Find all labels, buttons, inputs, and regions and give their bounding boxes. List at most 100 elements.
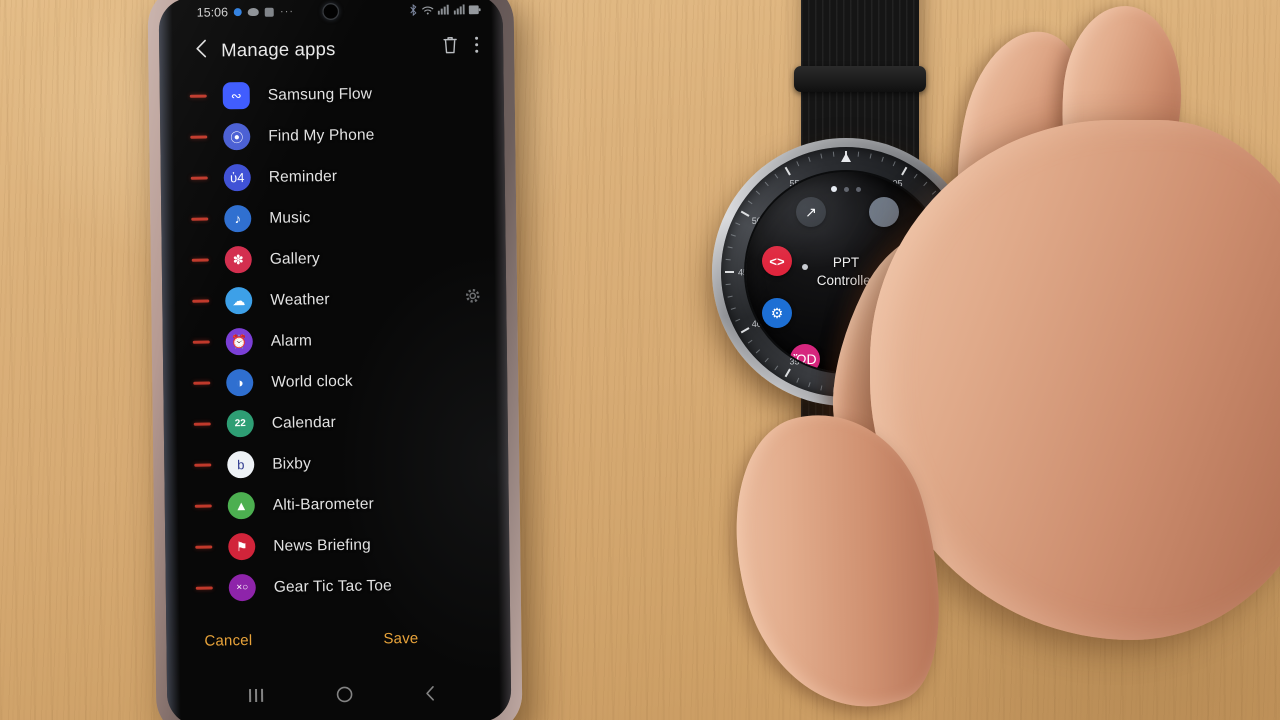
app-name-label: World clock <box>271 372 353 391</box>
app-list-row[interactable]: ☁ Weather <box>162 277 506 322</box>
more-dots-icon: ··· <box>279 5 295 18</box>
calendar-icon: 22 <box>226 409 254 438</box>
page-indicator <box>831 186 861 192</box>
watch-app-label: PPT Controller <box>791 254 901 290</box>
world-clock-icon: ◑ <box>226 369 254 397</box>
cancel-button[interactable]: Cancel <box>204 632 252 650</box>
page-dot <box>856 186 861 192</box>
watch-app-navigation[interactable]: ↗ <box>796 197 826 227</box>
samsung-flow-icon: ∾ <box>222 82 250 110</box>
alti-barometer-icon: ▲ <box>227 491 255 520</box>
signal-bars-icon <box>453 4 465 15</box>
app-list-row[interactable]: ⏰ Alarm <box>163 318 507 363</box>
app-list-row[interactable]: ὑ4 Reminder <box>161 154 505 199</box>
reminder-icon: ὑ4 <box>223 164 251 192</box>
bixby-icon: b <box>227 450 255 479</box>
news-briefing-icon: ⚑ <box>228 532 256 561</box>
back-icon[interactable] <box>424 685 436 707</box>
app-list-row[interactable]: ▲ Alti-Barometer <box>165 482 509 527</box>
remove-app-button[interactable] <box>192 299 210 303</box>
back-chevron-icon[interactable] <box>195 38 207 63</box>
app-list-row[interactable]: 22 Calendar <box>164 400 508 445</box>
app-list-row[interactable]: ◑ World clock <box>163 359 507 404</box>
app-name-label: Gear Tic Tac Toe <box>273 576 393 596</box>
recents-icon[interactable] <box>248 688 265 708</box>
remove-app-button[interactable] <box>192 340 210 344</box>
find-my-phone-icon: ⦿ <box>223 123 251 151</box>
gallery-icon: ✽ <box>224 246 252 274</box>
remove-app-button[interactable] <box>189 94 207 98</box>
remove-app-button[interactable] <box>190 135 208 139</box>
app-header: Manage apps <box>159 24 504 74</box>
remove-app-button[interactable] <box>195 545 213 549</box>
app-list-row[interactable]: ✽ Gallery <box>162 236 506 281</box>
app-list-row[interactable]: ♪ Music <box>161 195 505 240</box>
remove-app-button[interactable] <box>194 463 212 467</box>
app-list-row[interactable]: ∾ Samsung Flow <box>160 72 504 117</box>
app-list-row[interactable]: ×○ Gear Tic Tac Toe <box>166 564 510 609</box>
bluetooth-icon <box>410 3 417 17</box>
battery-icon <box>468 4 481 14</box>
home-icon[interactable] <box>336 686 353 708</box>
remove-app-button[interactable] <box>193 381 211 385</box>
app-name-label: Music <box>269 208 311 227</box>
page-title: Manage apps <box>221 37 336 61</box>
watch-case: 550550454035 ↗<>⚙ὬD✿✉὆4✆ PPT Controller <box>712 138 980 406</box>
remove-app-button[interactable] <box>190 176 208 180</box>
app-name-label: Weather <box>270 290 330 309</box>
app-name-label: Samsung Flow <box>267 85 373 104</box>
watch-screen[interactable]: ↗<>⚙ὬD✿✉὆4✆ PPT Controller <box>746 172 946 372</box>
smartphone-device: 15:06 ··· Manage apps ∾ Samsung Flow ⦿ F… <box>147 0 523 720</box>
page-dot <box>831 186 837 192</box>
app-name-label: Find My Phone <box>268 126 375 145</box>
app-name-label: Reminder <box>268 167 338 186</box>
watch-label-line2: Controller <box>816 273 876 288</box>
save-button[interactable]: Save <box>383 630 418 647</box>
app-list-row[interactable]: b Bixby <box>164 441 508 486</box>
app-name-label: News Briefing <box>273 536 371 555</box>
strap-keeper-upper <box>794 66 926 92</box>
watch-app-galaxy-store[interactable]: ὬD <box>790 344 820 372</box>
trash-icon[interactable] <box>442 35 458 59</box>
app-name-label: Gallery <box>269 249 321 268</box>
watch-label-line1: PPT <box>832 254 860 270</box>
status-bar-left: 15:06 ··· <box>197 4 294 19</box>
page-dot <box>844 186 849 192</box>
watch-app-settings[interactable]: ⚙ <box>762 298 792 328</box>
cloud-icon <box>247 7 260 17</box>
strap-keeper-lower <box>794 440 926 466</box>
signal-icon <box>437 4 449 15</box>
alarm-icon: ⏰ <box>225 328 253 356</box>
status-bar-right <box>409 3 481 17</box>
status-bar: 15:06 ··· <box>159 0 503 28</box>
remove-app-button[interactable] <box>195 586 213 590</box>
header-actions <box>442 35 479 59</box>
bluetooth-dot-icon <box>233 8 243 17</box>
app-name-label: Bixby <box>272 454 312 473</box>
watch-app-blank-app[interactable] <box>869 197 899 227</box>
app-list-row[interactable]: ⚑ News Briefing <box>165 523 509 568</box>
wifi-icon <box>422 6 434 14</box>
app-list-row[interactable]: ⦿ Find My Phone <box>160 113 504 158</box>
remove-app-button[interactable] <box>191 258 209 262</box>
remove-app-button[interactable] <box>191 217 209 221</box>
weather-icon: ☁ <box>225 287 253 315</box>
watch-app-gallery[interactable]: ✿ <box>843 362 873 372</box>
remove-app-button[interactable] <box>193 422 211 426</box>
phone-screen[interactable]: 15:06 ··· Manage apps ∾ Samsung Flow ⦿ F… <box>158 0 512 720</box>
managed-app-list[interactable]: ∾ Samsung Flow ⦿ Find My Phone ὑ4 Reminder ♪ Mu… <box>159 70 510 609</box>
app-name-label: Alarm <box>270 331 313 350</box>
front-camera-punch-hole <box>322 2 340 21</box>
app-square-icon <box>264 7 275 17</box>
android-nav-bar <box>167 672 512 720</box>
status-time: 15:06 <box>196 5 229 20</box>
music-icon: ♪ <box>224 205 252 233</box>
app-name-label: Alti-Barometer <box>272 495 375 514</box>
remove-app-button[interactable] <box>194 504 212 508</box>
list-footer: Cancel Save <box>166 615 511 663</box>
app-settings-gear-icon[interactable] <box>465 288 480 308</box>
smartwatch-assembly: 550550454035 ↗<>⚙ὬD✿✉὆4✆ PPT Controller <box>690 0 1030 532</box>
more-vertical-icon[interactable] <box>474 35 479 59</box>
watch-app-ppt-controller[interactable]: <> <box>762 246 792 276</box>
app-name-label: Calendar <box>271 413 336 432</box>
